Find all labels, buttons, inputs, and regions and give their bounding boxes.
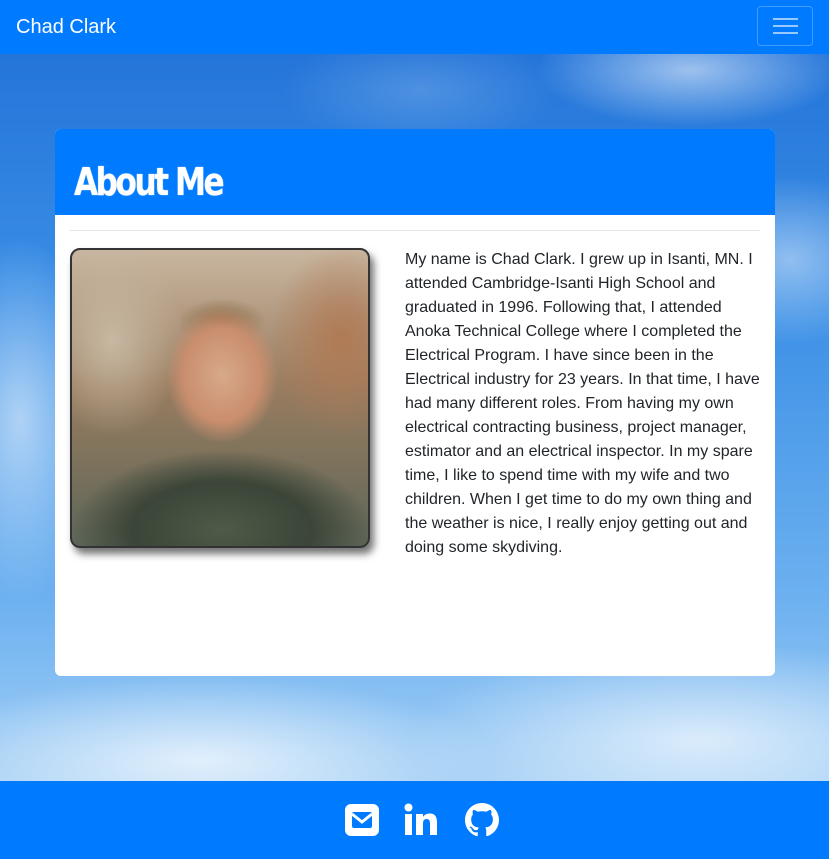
envelope-icon xyxy=(345,803,379,837)
profile-photo xyxy=(70,248,370,548)
divider xyxy=(70,230,760,231)
brand-link[interactable]: Chad Clark xyxy=(16,14,116,40)
linkedin-icon xyxy=(404,803,438,837)
navbar-toggler-button[interactable] xyxy=(757,6,813,46)
github-link[interactable] xyxy=(465,803,499,837)
navbar: Chad Clark xyxy=(0,0,829,54)
github-icon xyxy=(465,803,499,837)
linkedin-link[interactable] xyxy=(404,803,438,837)
email-link[interactable] xyxy=(345,803,379,837)
footer xyxy=(0,781,829,859)
about-card: About Me My name is Chad Clark. I grew u… xyxy=(55,129,775,676)
page-title: About Me xyxy=(74,160,225,204)
about-card-header: About Me xyxy=(55,129,775,215)
bio-text: My name is Chad Clark. I grew up in Isan… xyxy=(405,251,760,556)
